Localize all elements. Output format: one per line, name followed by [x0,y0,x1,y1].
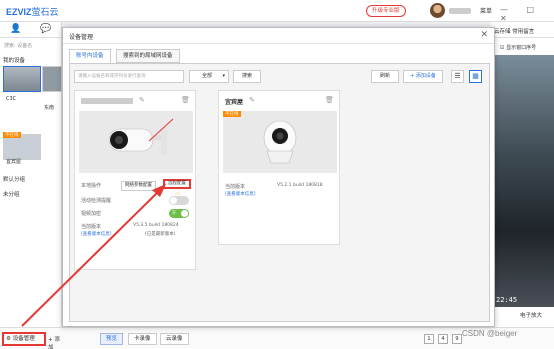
firmware-version: V5.3.5 build 180824 [133,223,179,228]
grid-9-button[interactable]: 9 [452,334,462,344]
firmware-version: V5.2.1 build 180818 [277,183,323,188]
app-logo: EZVIZ萤石云 [6,7,59,17]
device-thumb-2[interactable] [42,66,62,92]
device-thumb-label: 宜宾屋 [6,159,22,165]
version-info-link[interactable]: [查看版本信息] [81,231,112,237]
username-redacted [449,8,471,14]
show-window-number-checkbox[interactable]: ☑ 显示窗口序号 [500,44,536,51]
trash-icon[interactable]: 🗑 [325,96,334,104]
device-list-area: 请输入设备名称或序列号进行查询 全部 ▾ 搜索 刷新 + 添加设备 ☰ ▦ ✎ 🗑 [69,63,490,322]
sidebar: 👤 💬 搜索: 设备名 我的设备 C3C 东南 不在线 宜宾屋 默认分组 未分组… [0,22,62,349]
version-info-link[interactable]: [查看版本信息] [225,191,256,197]
device-card: ✎ 🗑 本地操作 网络参数配置 远程配置 ☝ 活动检测提醒 视频加密 开 当前版 [74,90,196,270]
chevron-down-icon: ▾ [222,73,225,79]
sidebar-tabs: 👤 💬 [0,22,61,38]
watermark: CSDN @beiger [462,329,518,338]
video-encrypt-label: 视频加密 [81,211,102,217]
remote-config-button[interactable]: 远程配置 [163,179,191,189]
device-management-dialog: 设备管理 ✕ 账号内设备 搜索到的局域网设备 请输入设备名称或序列号进行查询 全… [62,27,495,327]
group-unassigned[interactable]: 未分组 [3,190,20,198]
update-status: (已是最新版本) [145,232,176,237]
device-thumb-1[interactable] [3,66,41,92]
window-controls[interactable]: — □ ✕ [500,5,554,23]
device-name-redacted [81,98,133,104]
device-thumb-label: 东南 [44,105,55,111]
right-toolbar: 云存储 常用留言 [490,22,554,38]
grid-1-button[interactable]: 1 [424,334,434,344]
network-config-button[interactable]: 网络参数配置 [121,181,156,191]
tab-preview[interactable]: 预览 [100,333,124,345]
list-view-icon[interactable]: ☰ [451,70,464,83]
offline-tag: 不在线 [3,132,21,138]
dialog-title: 设备管理 [69,34,94,41]
live-video[interactable] [492,55,554,307]
refresh-button[interactable]: 刷新 [371,70,399,83]
tab-cloud-record[interactable]: 云录像 [160,333,189,345]
sidebar-search-input[interactable]: 搜索: 设备名 [4,42,32,49]
device-image [79,111,193,173]
person-icon[interactable]: 👤 [10,25,21,34]
upgrade-button[interactable]: 升级专业版 [366,5,406,17]
device-management-button[interactable]: ⚙ 设备管理 [2,332,46,346]
filter-select[interactable]: 全部 ▾ [189,70,229,83]
video-timestamp: 22:45 [496,296,518,304]
edit-icon[interactable]: ✎ [139,96,145,104]
edit-icon[interactable]: ✎ [249,96,255,104]
offline-badge: 不在线 [223,111,241,117]
sidebar-footer: ⚙ 设备管理 + 添加 [0,327,62,349]
trash-icon[interactable]: 🗑 [181,96,190,104]
video-encrypt-toggle[interactable]: 开 [169,209,189,218]
firmware-label: 当前版本 [225,184,246,190]
digital-zoom-button[interactable]: 电子放大 [520,311,542,319]
title-bar: EZVIZ萤石云 升级专业版 菜单 — □ ✕ [0,0,554,23]
chat-icon[interactable]: 💬 [40,25,51,34]
search-button[interactable]: 搜索 [233,70,261,83]
avatar[interactable] [430,3,445,18]
device-name: 宜宾屋 [225,99,244,106]
motion-detection-toggle[interactable] [169,196,189,205]
firmware-label: 当前版本 [81,224,102,230]
tab-account-devices[interactable]: 账号内设备 [69,49,111,63]
group-default[interactable]: 默认分组 [3,175,25,183]
dialog-header: 设备管理 ✕ [63,28,494,44]
motion-detection-label: 活动检测提醒 [81,198,112,204]
menu-button[interactable]: 菜单 [480,6,492,15]
add-button[interactable]: + 添加 [48,335,62,349]
group-my-devices[interactable]: 我的设备 [3,56,25,64]
grid-view-icon[interactable]: ▦ [469,70,482,83]
device-thumb-label: C3C [6,96,17,102]
tab-lan-devices[interactable]: 搜索到的局域网设备 [116,49,180,63]
device-card: 宜宾屋 ✎ 🗑 不在线 当前版本 V5.2.1 build 180818 [查看… [218,90,340,245]
device-image [223,111,337,173]
tab-card-record[interactable]: 卡录像 [128,333,157,345]
grid-4-button[interactable]: 4 [438,334,448,344]
local-ops-label: 本地操作 [81,183,102,189]
device-search-input[interactable]: 请输入设备名称或序列号进行查询 [74,70,184,83]
add-device-button[interactable]: + 添加设备 [403,70,443,83]
close-icon[interactable]: ✕ [480,30,488,40]
